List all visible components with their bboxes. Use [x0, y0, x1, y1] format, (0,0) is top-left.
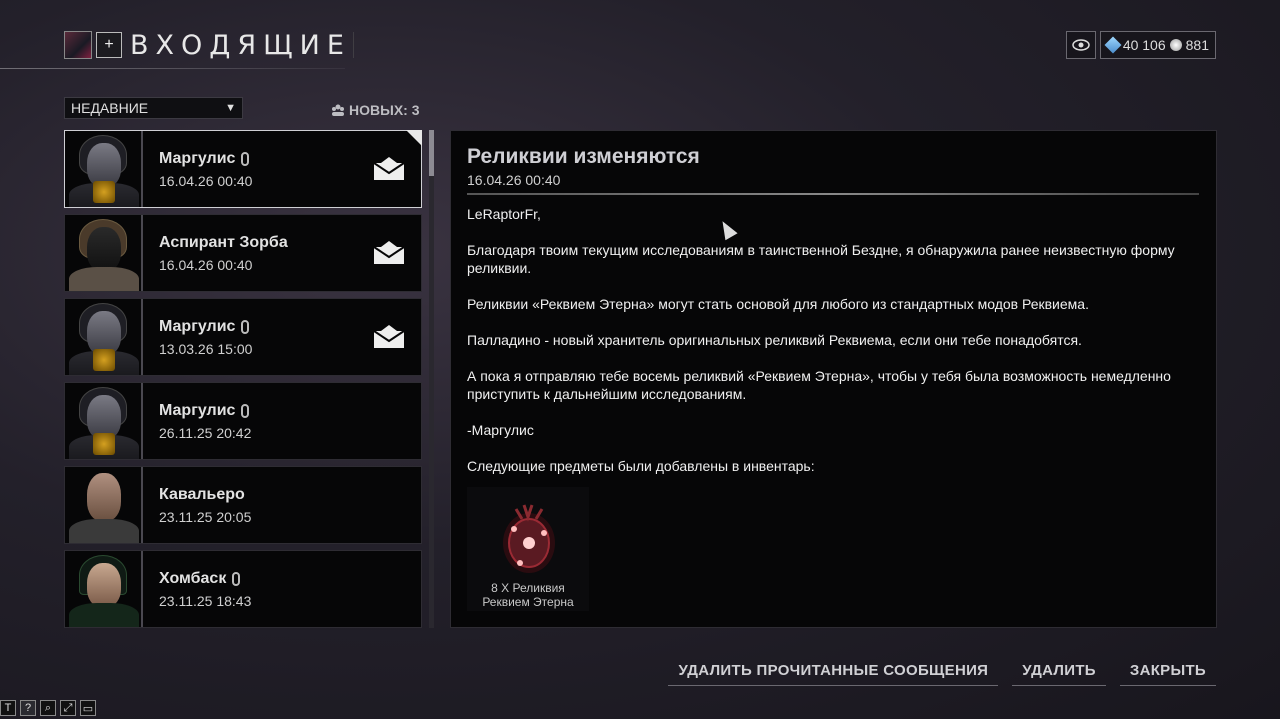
message-list-item[interactable]: Кавальеро 23.11.25 20:05: [64, 466, 422, 544]
sender-portrait: [65, 383, 143, 459]
inbox-header: + ВХОДЯЩИЕ: [64, 29, 383, 61]
attachment-quantity: 8 X Реликвия: [491, 581, 565, 595]
text-chat-button[interactable]: T: [0, 700, 16, 716]
message-paragraph: Следующие предметы были добавлены в инве…: [467, 458, 815, 474]
sender-portrait: [65, 467, 143, 543]
people-icon: [332, 104, 344, 116]
message-info: Кавальеро 23.11.25 20:05: [159, 486, 251, 525]
eye-icon: [1072, 39, 1090, 51]
message-paragraph: А пока я отправляю тебе восемь реликвий …: [467, 368, 1171, 402]
message-list: Маргулис 16.04.26 00:40 Аспирант Зорба 16.0…: [64, 130, 422, 628]
message-date: 16.04.26 00:40: [159, 172, 253, 189]
delete-button[interactable]: УДАЛИТЬ: [1012, 660, 1106, 686]
message-date: 16.04.26 00:40: [467, 172, 561, 188]
sender-portrait: [65, 131, 143, 207]
unread-envelope-icon: [373, 325, 405, 348]
title-decoration: [352, 32, 383, 58]
sender-name: Аспирант Зорба: [159, 233, 288, 251]
message-list-scrollbar[interactable]: [429, 130, 434, 628]
platinum-counter: 40 106 881: [1099, 31, 1216, 59]
paperclip-icon: [241, 151, 250, 166]
platinum-icon: [1104, 36, 1122, 54]
close-button[interactable]: ЗАКРЫТЬ: [1119, 660, 1216, 686]
message-info: Маргулис 13.03.26 15:00: [159, 318, 252, 357]
sender-name: Хомбаск: [159, 569, 227, 587]
message-list-item[interactable]: Маргулис 13.03.26 15:00: [64, 298, 422, 376]
message-paragraph: Благодаря твоим текущим исследованиям в …: [467, 242, 1175, 276]
selected-corner: [406, 130, 422, 146]
message-date: 26.11.25 20:42: [159, 424, 252, 441]
message-body: LeRaptorFr, Благодаря твоим текущим иссл…: [467, 205, 1187, 493]
message-paragraph: Реликвии «Реквием Этерна» могут стать ос…: [467, 296, 1089, 312]
message-list-item[interactable]: Маргулис 26.11.25 20:42: [64, 382, 422, 460]
message-list-item[interactable]: Маргулис 16.04.26 00:40: [64, 130, 422, 208]
message-date: 16.04.26 00:40: [159, 256, 253, 273]
new-messages-label: НОВЫХ: 3: [349, 102, 420, 118]
paperclip-icon: [232, 571, 241, 586]
attachment-item[interactable]: 8 X Реликвия Реквием Этерна: [467, 487, 589, 611]
message-sender: Маргулис: [159, 150, 252, 168]
unread-envelope-icon: [373, 241, 405, 264]
message-info: Маргулис 16.04.26 00:40: [159, 150, 252, 189]
message-date: 23.11.25 18:43: [159, 592, 252, 609]
message-date: 13.03.26 15:00: [159, 340, 253, 357]
message-info: Маргулис 26.11.25 20:42: [159, 402, 251, 441]
relic-icon: [503, 504, 555, 573]
sender-name: Маргулис: [159, 401, 236, 419]
delete-read-button[interactable]: УДАЛИТЬ ПРОЧИТАННЫЕ СООБЩЕНИЯ: [668, 660, 999, 686]
message-sender: Хомбаск: [159, 570, 251, 588]
message-info: Аспирант Зорба 16.04.26 00:40: [159, 234, 288, 273]
credits-value: 881: [1185, 37, 1209, 53]
sender-name: Кавальеро: [159, 485, 245, 503]
sort-dropdown-value: НЕДАВНИЕ: [71, 100, 149, 116]
message-list-item[interactable]: Аспирант Зорба 16.04.26 00:40: [64, 214, 422, 292]
message-divider: [467, 193, 1199, 195]
paperclip-icon: [241, 319, 250, 334]
attachment-name: Реквием Этерна: [482, 595, 574, 609]
unread-envelope-icon: [373, 157, 405, 180]
message-date: 23.11.25 20:05: [159, 508, 252, 525]
message-sender: Кавальеро: [159, 486, 251, 504]
expand-icon[interactable]: ⤢: [60, 700, 76, 716]
credits-icon: [1169, 39, 1182, 51]
scrollbar-thumb[interactable]: [429, 130, 434, 176]
sender-name: Маргулис: [159, 317, 236, 335]
chevron-down-icon: ▼: [225, 102, 236, 114]
message-info: Хомбаск 23.11.25 18:43: [159, 570, 251, 609]
header-divider: [0, 68, 345, 69]
paperclip-icon: [241, 403, 250, 418]
message-sender: Аспирант Зорба: [159, 234, 288, 252]
sender-portrait: [65, 299, 143, 375]
currency-bar: 40 106 881: [1065, 31, 1216, 59]
message-subject: Реликвии изменяются: [467, 145, 700, 168]
bottom-toolbar: T ? ⌕ ⤢ ▭: [0, 700, 96, 716]
sort-dropdown[interactable]: НЕДАВНИЕ ▼: [64, 97, 243, 119]
add-button[interactable]: +: [96, 32, 122, 58]
visibility-toggle[interactable]: [1065, 31, 1096, 59]
sender-portrait: [65, 551, 143, 627]
message-paragraph: -Маргулис: [467, 422, 534, 438]
new-messages-count: НОВЫХ: 3: [331, 102, 420, 118]
message-paragraph: Палладино - новый хранитель оригинальных…: [467, 332, 1082, 348]
search-icon[interactable]: ⌕: [40, 700, 56, 716]
message-sender: Маргулис: [159, 402, 251, 420]
help-button[interactable]: ?: [20, 700, 36, 716]
message-list-item[interactable]: Хомбаск 23.11.25 18:43: [64, 550, 422, 628]
sender-portrait: [65, 215, 143, 291]
action-bar: УДАЛИТЬ ПРОЧИТАННЫЕ СООБЩЕНИЯ УДАЛИТЬ ЗА…: [668, 660, 1216, 686]
message-paragraph: LeRaptorFr,: [467, 206, 541, 222]
message-view: Реликвии изменяются 16.04.26 00:40 LeRap…: [450, 130, 1217, 628]
platinum-value: 40 106: [1122, 37, 1166, 53]
message-sender: Маргулис: [159, 318, 252, 336]
page-title: ВХОДЯЩИЕ: [130, 29, 351, 61]
player-avatar[interactable]: [64, 31, 92, 59]
window-icon[interactable]: ▭: [80, 700, 96, 716]
sender-name: Маргулис: [159, 149, 236, 167]
attachment-label: 8 X Реликвия Реквием Этерна: [467, 581, 589, 609]
